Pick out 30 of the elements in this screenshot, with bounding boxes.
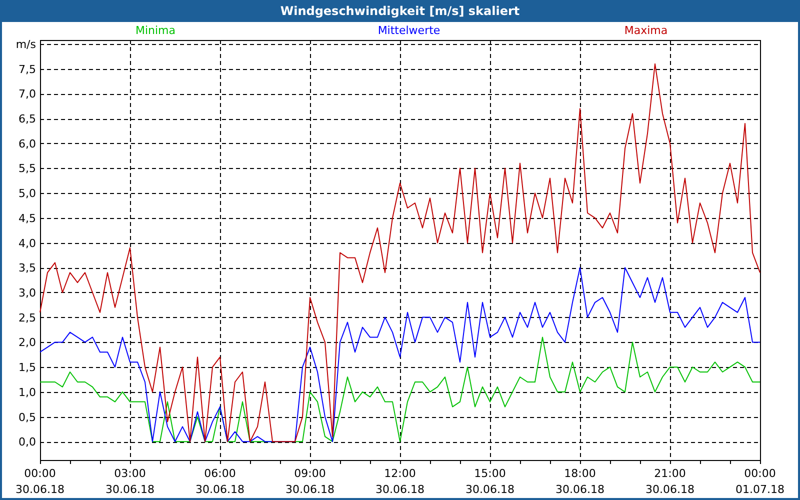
- y-tick-label: 2,0: [18, 336, 36, 350]
- x-tick-label: 00:00 01.07.18: [736, 467, 784, 496]
- x-tick-label: 09:00 30.06.18: [286, 467, 334, 496]
- x-tick-label: 12:00 30.06.18: [376, 467, 424, 496]
- y-tick-label: 5,5: [18, 162, 36, 176]
- y-tick-label: 7,0: [18, 88, 36, 101]
- y-tick-label: 3,0: [18, 286, 36, 300]
- x-tick-label: 03:00 30.06.18: [106, 467, 154, 496]
- y-tick-label: 0,5: [18, 410, 36, 424]
- y-tick-label: 6,5: [18, 112, 36, 126]
- x-tick-label: 21:00 30.06.18: [646, 467, 694, 496]
- x-tick-label: 06:00 30.06.18: [196, 467, 244, 496]
- y-tick-label: 2,5: [18, 311, 36, 324]
- y-tick-label: 5,0: [18, 187, 36, 200]
- y-tick-label: 1,5: [18, 361, 36, 374]
- y-axis-unit: m/s: [16, 38, 36, 51]
- series-label: Minima: [135, 24, 176, 37]
- y-tick-label: 4,5: [18, 212, 36, 225]
- y-tick-label: 6,0: [18, 137, 36, 150]
- series-label: Mittelwerte: [378, 24, 440, 37]
- x-tick-label: 15:00 30.06.18: [466, 467, 514, 496]
- x-tick-label: 18:00 30.06.18: [556, 467, 604, 496]
- y-tick-label: 3,5: [18, 262, 36, 275]
- x-tick-label: 00:00 30.06.18: [16, 467, 64, 496]
- window-title: Windgeschwindigkeit [m/s] skaliert: [0, 0, 800, 22]
- series-label: Maxima: [624, 24, 668, 37]
- y-tick-label: 7,5: [18, 62, 36, 76]
- y-tick-label: 4,0: [18, 236, 36, 250]
- y-tick-label: 0,0: [18, 436, 36, 449]
- y-tick-label: 1,0: [18, 386, 36, 399]
